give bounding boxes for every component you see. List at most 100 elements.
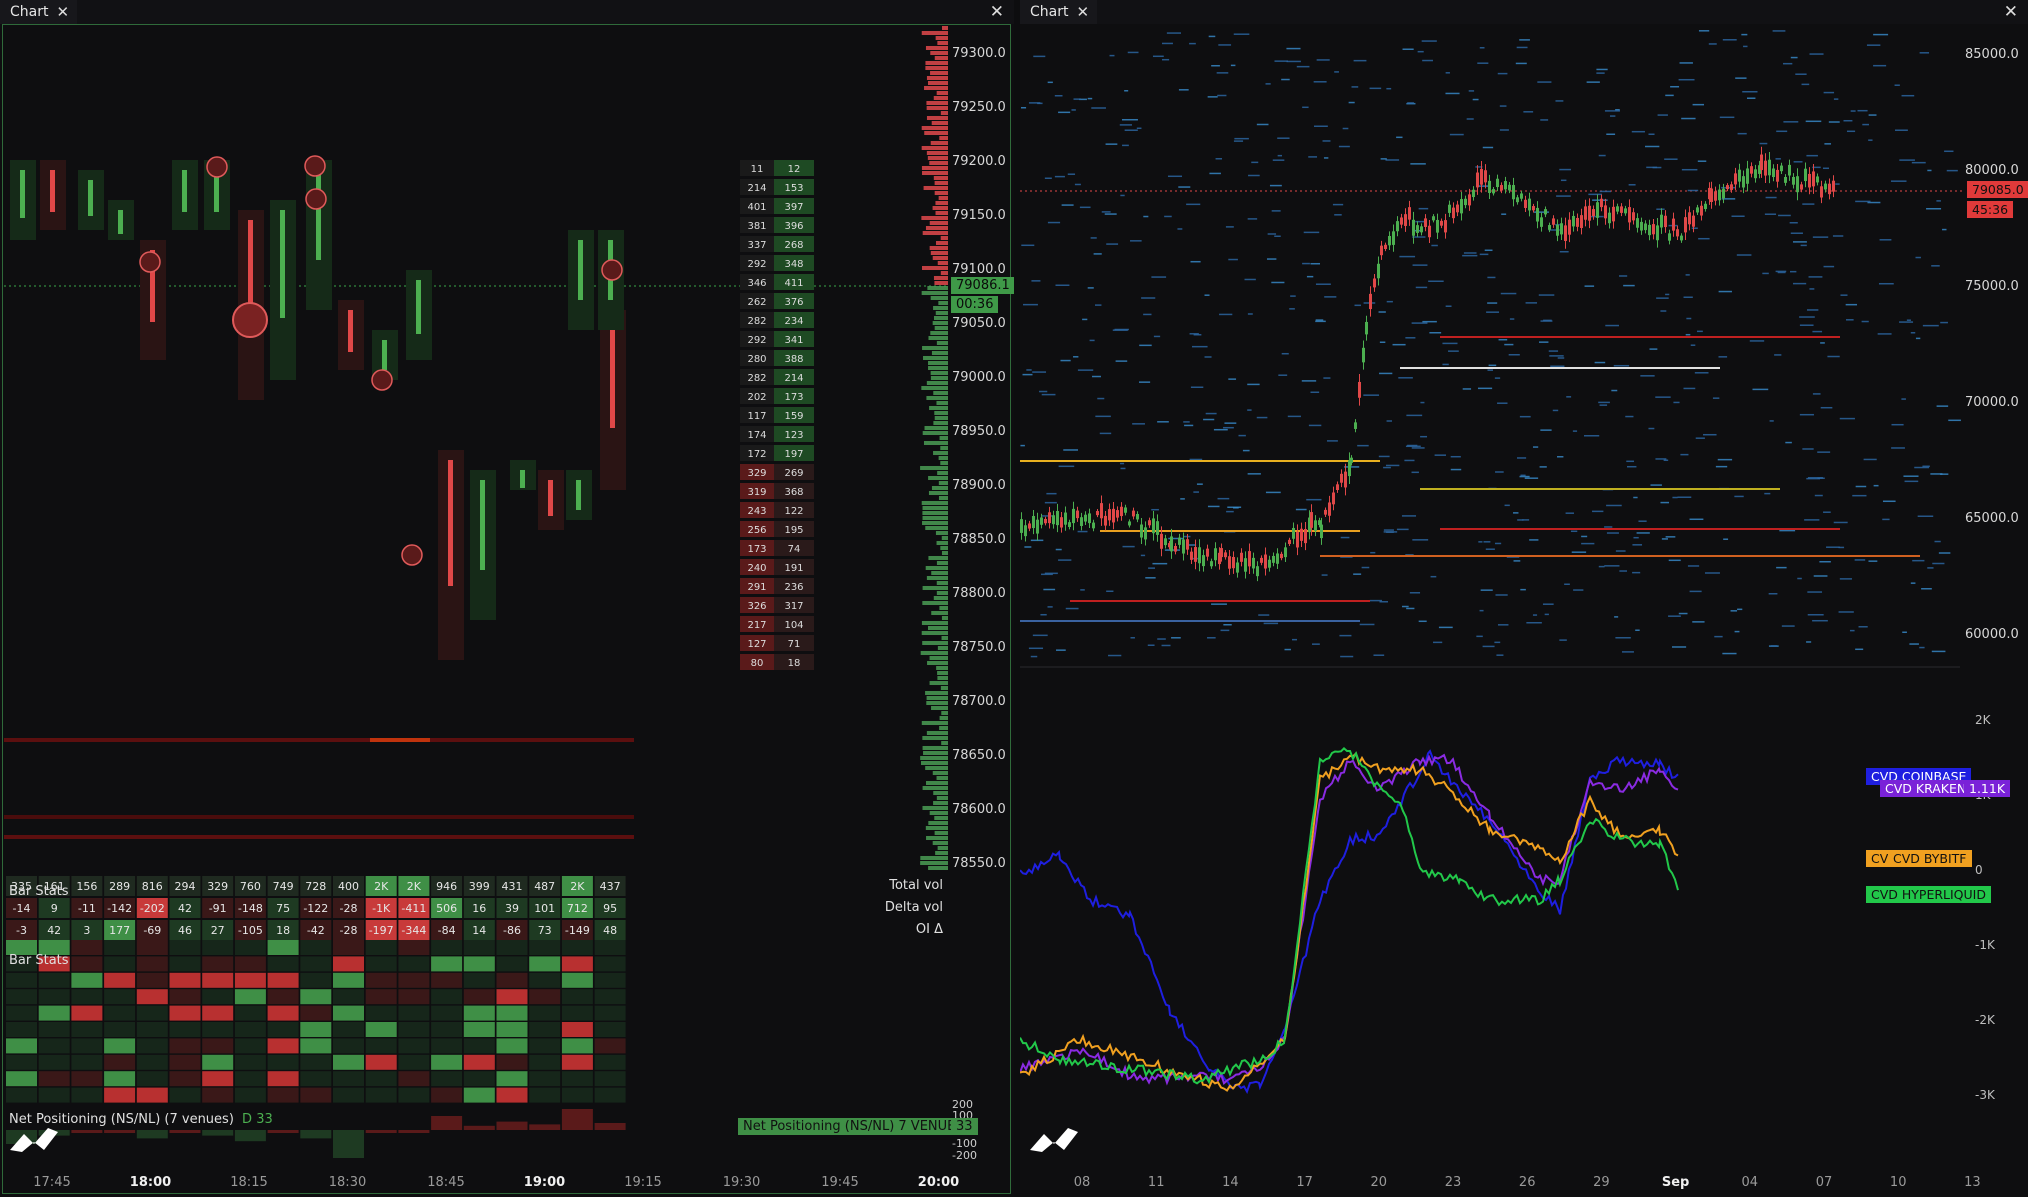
order-dash: [1178, 186, 1191, 188]
order-dash: [1540, 429, 1552, 431]
bar-stats-mini-cell: [333, 1071, 364, 1087]
volume-profile-bar: [927, 286, 948, 290]
order-dash: [1891, 447, 1905, 449]
volume-profile-bar: [920, 756, 948, 760]
order-dash: [1556, 195, 1571, 197]
order-dash: [1060, 359, 1071, 362]
ladder-ask-value: 214: [784, 373, 803, 384]
candle-body: [1492, 189, 1495, 194]
volume-profile-bar: [928, 556, 948, 560]
bar-stats-mini-cell: [529, 1038, 561, 1054]
order-dash: [1548, 350, 1559, 352]
bar-stats-mini-cell: [169, 1022, 201, 1037]
order-dash: [1832, 235, 1844, 237]
bar-stats-mini-cell: [561, 989, 593, 1005]
order-dash: [1778, 214, 1791, 217]
footprint-candle-body: [88, 180, 93, 216]
candle-body: [1048, 512, 1051, 524]
order-dash: [1204, 294, 1210, 296]
order-dash: [1915, 337, 1921, 340]
order-dash: [1571, 551, 1587, 553]
bar-stats-value: 42: [178, 902, 192, 915]
candle-body: [1760, 154, 1763, 171]
candle-body: [1730, 184, 1733, 190]
volume-profile-bar: [933, 801, 948, 805]
order-dash: [1868, 139, 1873, 141]
order-dash: [1478, 541, 1483, 543]
order-dash: [1894, 84, 1900, 86]
bar-stats-value: 712: [567, 902, 588, 915]
order-dash: [1219, 313, 1233, 316]
bar-stats-mini-cell: [398, 1087, 430, 1103]
candle-body: [1384, 244, 1387, 250]
bar-stats-mini-cell: [529, 1054, 561, 1070]
bar-stats-mini-cell: [202, 1022, 234, 1037]
order-dash: [1091, 107, 1106, 109]
order-dash: [1689, 590, 1702, 593]
order-dash: [1542, 603, 1554, 605]
candle-body: [1684, 217, 1687, 233]
order-dash: [1445, 72, 1450, 74]
order-dash: [1559, 250, 1569, 253]
volume-profile-bar: [931, 611, 948, 615]
order-dash: [1208, 35, 1216, 38]
bar-stats-mini-cell: [169, 956, 201, 972]
bar-stats-mini-cell: [234, 1054, 266, 1070]
order-dash: [1385, 159, 1400, 161]
candle-body: [1178, 537, 1181, 545]
bar-stats-mini-cell: [300, 1087, 332, 1103]
ladder-bid-value: 117: [747, 411, 766, 422]
bar-stats-mini-cell: [202, 1087, 234, 1103]
candle-body: [1380, 245, 1383, 256]
order-dash: [1799, 316, 1815, 318]
ladder-ask-value: 348: [784, 259, 803, 270]
candle-body: [1280, 553, 1283, 559]
bar-stats-mini-cell: [431, 940, 463, 955]
order-dash: [1737, 132, 1747, 135]
volume-profile-bar: [930, 376, 948, 380]
order-dash: [1519, 415, 1531, 418]
bar-stats-mini-cell: [234, 1087, 266, 1103]
candle-body: [1560, 223, 1563, 235]
order-dash: [1606, 504, 1622, 507]
candle-body: [1792, 176, 1795, 185]
order-dash: [1840, 294, 1848, 296]
order-dash: [1910, 582, 1916, 584]
date-tick: 07: [1816, 1175, 1833, 1190]
order-dash: [1806, 477, 1821, 480]
price-cvd-chart[interactable]: 85000.0 80000.0 75000.0 70000.0 65000.0 60000…: [1020, 0, 2028, 1197]
order-dash: [1404, 459, 1415, 462]
order-dash: [1792, 241, 1807, 243]
volume-profile-bar: [928, 81, 948, 85]
order-dash: [1061, 204, 1074, 206]
candle-body: [1276, 553, 1279, 564]
order-dash: [1873, 484, 1879, 487]
volume-profile-bar: [921, 386, 948, 390]
candle-body: [1092, 522, 1095, 529]
order-dash: [1515, 62, 1527, 65]
candle-body: [1388, 235, 1391, 246]
order-dash: [1549, 355, 1564, 357]
volume-profile-bar: [935, 851, 948, 855]
order-dash: [1522, 519, 1530, 521]
volume-profile-bar: [933, 421, 948, 425]
order-dash: [1698, 30, 1710, 32]
candle-body: [1688, 212, 1691, 225]
order-dash: [1334, 214, 1342, 216]
volume-profile-bar: [941, 636, 948, 640]
order-dash: [1405, 445, 1421, 448]
order-dash: [1764, 213, 1777, 215]
order-dash: [1820, 342, 1825, 344]
order-dash: [1247, 383, 1260, 386]
cvd-tick: -1K: [1975, 938, 1996, 952]
order-dash: [1324, 296, 1337, 298]
oi-delta-label: OI Δ: [915, 922, 943, 937]
candle-body: [1552, 218, 1555, 225]
volume-profile-bar: [938, 301, 948, 305]
footprint-chart[interactable]: 79300.0 79250.0 79200.0 79150.0 79100.0 79050…: [0, 0, 1014, 1197]
order-dash: [1385, 464, 1400, 467]
order-dash: [1322, 140, 1331, 142]
price-level-line: [1420, 488, 1780, 490]
bar-stats-mini-cell: [463, 1038, 495, 1054]
order-dash: [1633, 496, 1638, 499]
